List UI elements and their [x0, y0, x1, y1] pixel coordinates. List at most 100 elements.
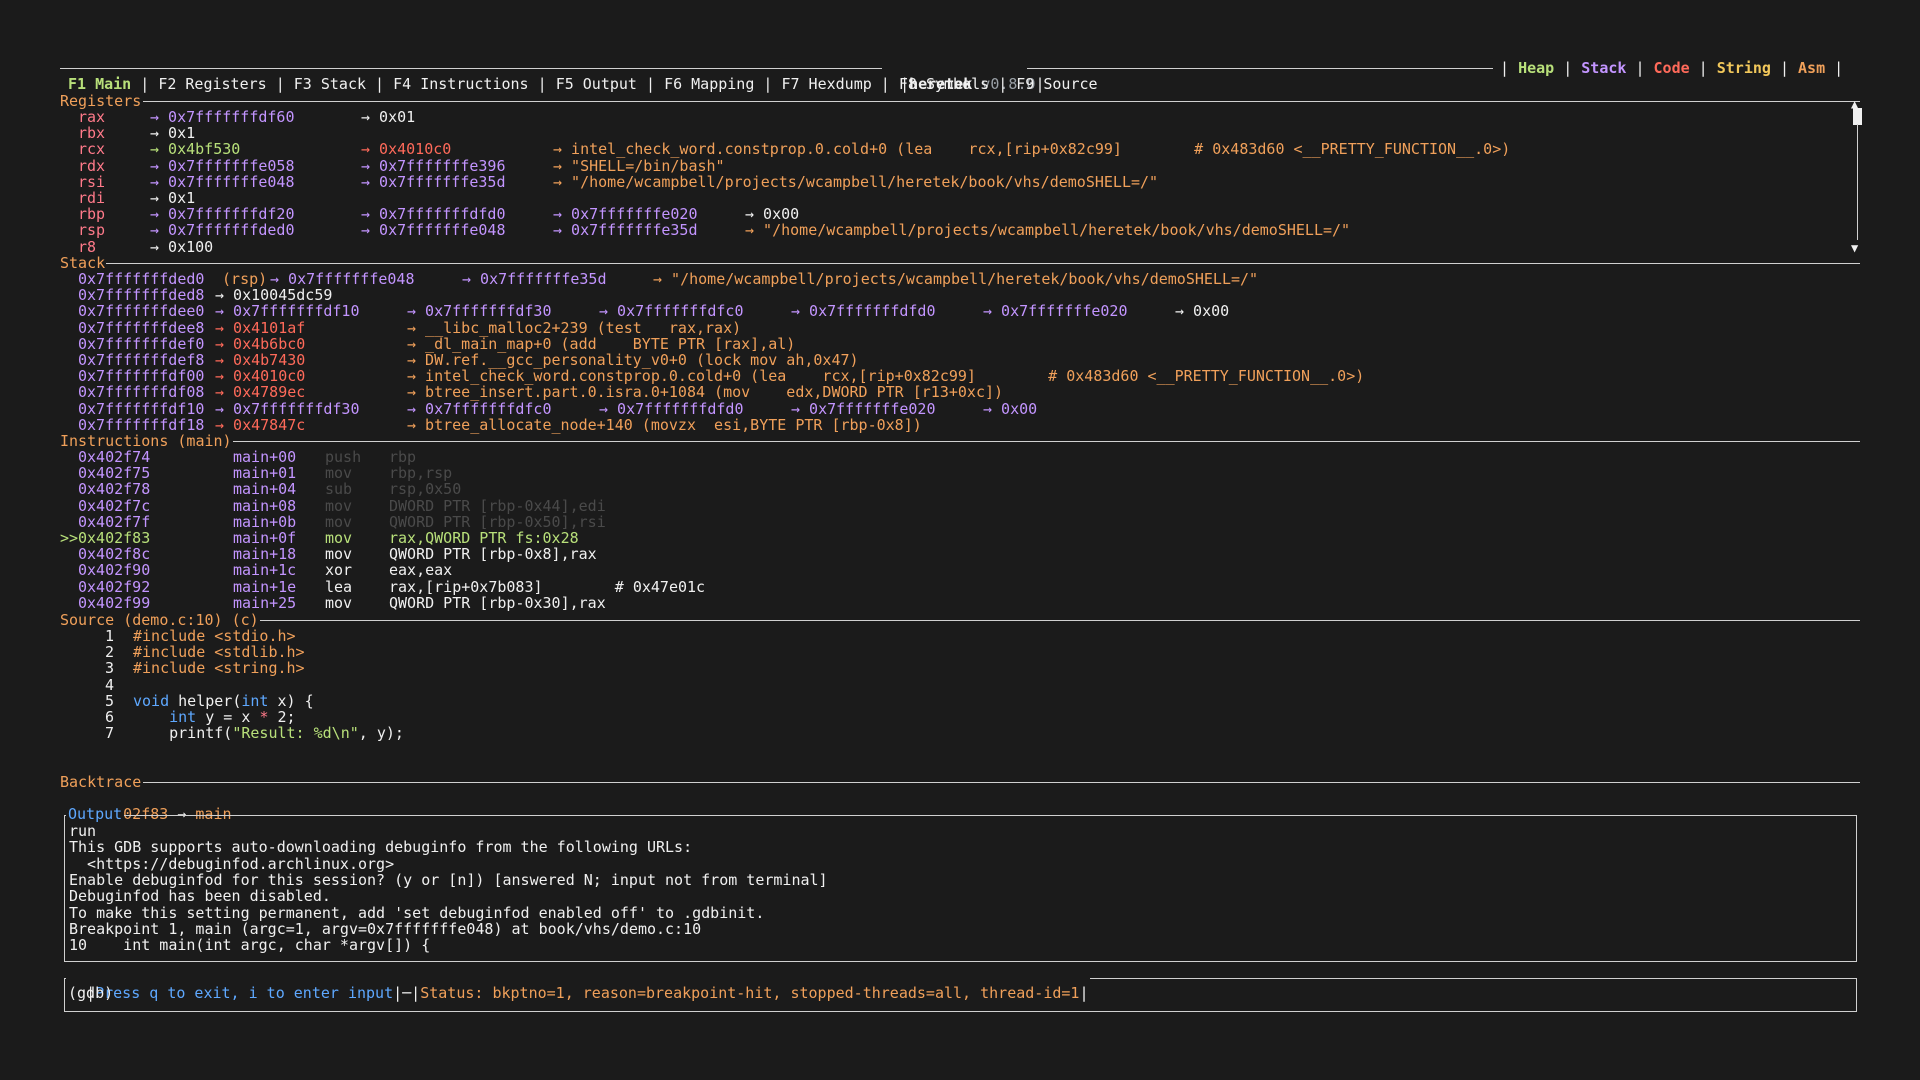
- register-value: → intel_check_word.constprop.0.cold+0 (l…: [553, 140, 1511, 159]
- register-value: → 0x1: [150, 124, 196, 143]
- tab-sep: |: [1825, 59, 1853, 77]
- stack-address: 0x7fffffffdef0: [78, 334, 205, 353]
- status-text: Status: bkptno=1, reason=breakpoint-hit,…: [420, 984, 1080, 1002]
- instruction-mnemonic: mov: [325, 545, 353, 564]
- tab-asm[interactable]: Asm: [1798, 59, 1825, 77]
- scroll-thumb[interactable]: [1853, 108, 1862, 125]
- output-line: To make this setting permanent, add 'set…: [69, 903, 765, 922]
- tab-code[interactable]: Code: [1654, 59, 1690, 77]
- instructions-rule: [233, 441, 1860, 442]
- register-name: rsi: [78, 172, 106, 191]
- fkey-sep: |: [528, 75, 556, 93]
- scroll-down-icon[interactable]: ▼: [1851, 240, 1858, 256]
- backtrace-frame[interactable]: 00402f83 → main: [78, 790, 231, 822]
- register-name: rax: [78, 108, 106, 126]
- fkey-7[interactable]: F7 Hexdump: [781, 75, 871, 93]
- output-line: <https://debuginfod.archlinux.org>: [69, 854, 395, 873]
- instruction-mnemonic: lea: [325, 577, 353, 596]
- instructions-header: Instructions (main): [60, 432, 232, 450]
- instruction-mnemonic: sub: [325, 480, 353, 499]
- source-header: Source (demo.c:10) (c): [60, 611, 259, 629]
- register-value: → 0x4bf530: [150, 140, 241, 159]
- instruction-address: 0x402f78: [78, 480, 151, 499]
- instruction-operands: QWORD PTR [rbp-0x50],rsi: [389, 512, 606, 531]
- fkey-6[interactable]: F6 Mapping: [664, 75, 754, 93]
- source-line-text: #include <string.h>: [133, 659, 305, 678]
- stack-address: 0x7fffffffdf18: [78, 415, 205, 434]
- register-value: → "SHELL=/bin/bash": [553, 156, 725, 175]
- stack-value: → DW.ref.__gcc_personality_v0+0 (lock mo…: [407, 351, 859, 369]
- register-value: → 0x4010c0: [361, 140, 452, 159]
- source-line-number: 2: [105, 643, 115, 662]
- input-title-bar: |Press q to exit, i to enter input|─|Sta…: [66, 969, 1091, 1001]
- fkey-2[interactable]: F2 Registers: [158, 75, 266, 93]
- fkey-8[interactable]: F8 Symbols: [899, 75, 989, 93]
- source-line-text: void helper(int x) {: [133, 693, 314, 709]
- stack-value: → 0x7fffffffdfc0: [599, 302, 744, 321]
- instruction-address: 0x402f7f: [78, 512, 151, 531]
- t: , y);: [358, 724, 404, 743]
- source-line-number: 5: [105, 691, 115, 710]
- instruction-offset: main+0b: [233, 512, 297, 531]
- stack-value: → 0x7fffffffdfc0: [407, 399, 552, 418]
- instruction-operands: rax,[rip+0x7b083] # 0x47e01c: [389, 577, 706, 596]
- stack-value: → btree_allocate_node+140 (movzx esi,BYT…: [407, 415, 922, 434]
- gdb-prompt[interactable]: (gdb): [68, 985, 113, 1001]
- stack-header: Stack: [60, 254, 106, 272]
- tab-stack[interactable]: Stack: [1581, 59, 1626, 77]
- tab-sep: |: [1689, 59, 1717, 77]
- fkey-5[interactable]: F5 Output: [556, 75, 637, 93]
- title-rule-right: [1027, 68, 1493, 69]
- fkey-sep: |: [366, 75, 394, 93]
- stack-value: → 0x7fffffffdfd0: [791, 302, 936, 321]
- instruction-address: 0x402f92: [78, 577, 151, 596]
- instruction-address: 0x402f8c: [78, 545, 151, 564]
- instruction-offset: main+0f: [233, 529, 297, 547]
- instruction-mnemonic: mov: [325, 593, 353, 612]
- register-value: → 0x1: [150, 189, 196, 207]
- instruction-address: 0x402f7c: [78, 496, 151, 515]
- stack-rule: [106, 263, 1860, 264]
- output-line: Breakpoint 1, main (argc=1, argv=0x7ffff…: [69, 919, 702, 938]
- output-line: Debuginfod has been disabled.: [69, 887, 331, 906]
- output-line: Enable debuginfod for this session? (y o…: [69, 870, 828, 889]
- source-rule: [260, 620, 1860, 621]
- stack-value: → "/home/wcampbell/projects/wcampbell/he…: [653, 270, 1259, 288]
- stack-value: → 0x7fffffffdfd0: [599, 399, 744, 418]
- stack-address: 0x7fffffffdef8: [78, 351, 205, 369]
- fkey-4[interactable]: F4 Instructions: [393, 75, 528, 93]
- register-value: → 0x7fffffffe058: [150, 156, 295, 175]
- instruction-operands: rax,QWORD PTR fs:0x28: [389, 529, 579, 547]
- instruction-mnemonic: xor: [325, 561, 353, 580]
- tab-sep: |: [1554, 59, 1582, 77]
- instruction-offset: main+1e: [233, 577, 297, 596]
- register-value: → 0x7fffffffe396: [361, 156, 506, 175]
- source-line-text: int y = x * 2;: [133, 709, 295, 725]
- fkey-sep: |: [989, 75, 1017, 93]
- tab-heap[interactable]: Heap: [1518, 59, 1554, 77]
- fkey-3[interactable]: F3 Stack: [294, 75, 366, 93]
- register-name: rsp: [78, 221, 106, 240]
- source-line-number: 6: [105, 708, 115, 726]
- instruction-address: 0x402f83: [78, 529, 151, 547]
- register-name: rcx: [78, 140, 106, 159]
- register-value: → 0x7fffffffe35d: [361, 172, 506, 191]
- source-line-text: #include <stdlib.h>: [133, 643, 305, 662]
- fkey-9[interactable]: F9 Source: [1016, 75, 1097, 93]
- instruction-offset: main+08: [233, 496, 297, 515]
- register-value: → 0x7fffffffdfd0: [361, 205, 506, 224]
- register-value: → 0x7fffffffdf20: [150, 205, 295, 224]
- register-name: r8: [78, 237, 97, 256]
- stack-value: → 0x7fffffffdf30: [407, 302, 552, 321]
- stack-value: → __libc_malloc2+239 (test rax,rax): [407, 318, 742, 337]
- title-bar: |heretek v0.8.0|: [900, 75, 1045, 93]
- stack-rsp-tag: (rsp): [213, 270, 268, 288]
- fkey-sep: |: [636, 75, 665, 93]
- fkey-1[interactable]: F1 Main: [68, 75, 131, 93]
- tab-string[interactable]: String: [1717, 59, 1771, 77]
- scroll-track[interactable]: [1857, 124, 1858, 240]
- t: printf(: [133, 724, 233, 743]
- instruction-operands: DWORD PTR [rbp-0x44],edi: [389, 496, 606, 515]
- stack-value: → 0x4b7430: [215, 351, 306, 369]
- stack-value: → 0x7fffffffe048: [270, 270, 415, 288]
